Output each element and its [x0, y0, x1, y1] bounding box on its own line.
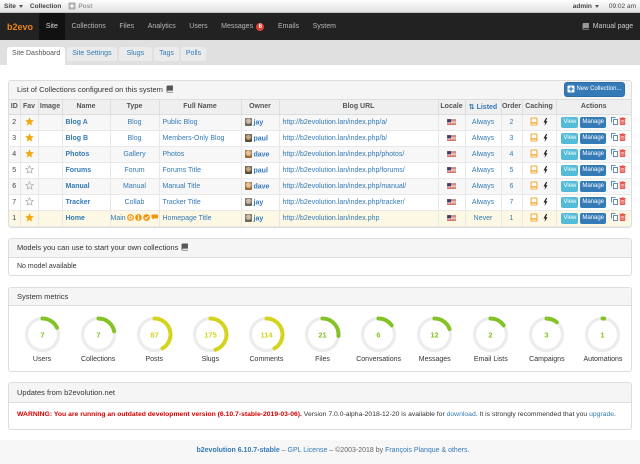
svg-text:21: 21	[318, 330, 326, 339]
svg-text:6: 6	[377, 330, 381, 339]
svg-text:87: 87	[150, 330, 158, 339]
svg-text:3: 3	[545, 330, 549, 339]
svg-text:2: 2	[489, 330, 493, 339]
svg-text:7: 7	[40, 330, 44, 339]
svg-text:1: 1	[601, 330, 605, 339]
svg-text:7: 7	[96, 330, 100, 339]
svg-text:175: 175	[204, 330, 217, 339]
svg-text:114: 114	[260, 330, 273, 339]
svg-text:12: 12	[431, 330, 439, 339]
